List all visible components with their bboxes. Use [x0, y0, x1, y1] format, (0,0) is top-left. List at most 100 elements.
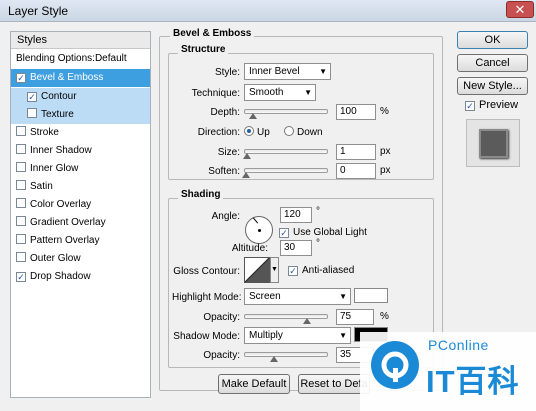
styles-header[interactable]: Styles [11, 32, 150, 49]
checkbox-pattern-overlay[interactable] [16, 234, 26, 244]
checkbox-contour[interactable]: ✓ [27, 92, 37, 102]
size-label: Size: [217, 147, 240, 158]
global-light-label: Use Global Light [293, 227, 367, 238]
gloss-contour-dropdown[interactable]: ▼ [270, 257, 279, 283]
style-item-label: Gradient Overlay [30, 217, 106, 228]
style-item-contour[interactable]: ✓ Contour [11, 88, 150, 106]
altitude-input[interactable]: 30 [280, 240, 312, 256]
soften-input[interactable]: 0 [336, 163, 376, 179]
cancel-button[interactable]: Cancel [457, 54, 528, 72]
direction-up-radio[interactable]: Up [244, 126, 270, 138]
style-item-label: Drop Shadow [30, 271, 91, 282]
checkbox-inner-shadow[interactable] [16, 144, 26, 154]
ok-button[interactable]: OK [457, 31, 528, 49]
size-slider[interactable] [243, 149, 328, 159]
style-item-stroke[interactable]: Stroke [11, 124, 150, 142]
global-light-check-icon[interactable]: ✓ [279, 228, 289, 238]
structure-title: Structure [178, 44, 229, 55]
style-item-inner-glow[interactable]: Inner Glow [11, 160, 150, 178]
depth-input[interactable]: 100 [336, 104, 376, 120]
dropdown-arrow-icon: ▼ [319, 67, 327, 76]
anti-aliased-checkbox[interactable]: ✓ Anti-aliased [288, 265, 354, 276]
shadow-opacity-label: Opacity: [203, 350, 240, 361]
size-slider-thumb[interactable] [243, 153, 251, 159]
angle-dial[interactable] [245, 216, 273, 244]
technique-dropdown[interactable]: Smooth ▼ [244, 84, 316, 101]
checkbox-texture[interactable] [27, 108, 37, 118]
style-item-inner-shadow[interactable]: Inner Shadow [11, 142, 150, 160]
checkbox-stroke[interactable] [16, 126, 26, 136]
highlight-opacity-label: Opacity: [203, 312, 240, 323]
title-bar: Layer Style ✕ [0, 0, 536, 22]
watermark: PConline IT百科 [360, 332, 536, 411]
style-item-outer-glow[interactable]: Outer Glow [11, 250, 150, 268]
size-input[interactable]: 1 [336, 144, 376, 160]
depth-slider-thumb[interactable] [249, 113, 257, 119]
style-item-label: Stroke [30, 127, 59, 138]
soften-unit: px [380, 165, 391, 176]
preview-check-icon[interactable]: ✓ [465, 101, 475, 111]
altitude-label: Altitude: [231, 243, 268, 254]
style-item-bevel-emboss[interactable]: ✓ Bevel & Emboss [11, 69, 150, 87]
make-default-button[interactable]: Make Default [218, 374, 290, 394]
shadow-mode-dropdown[interactable]: Multiply ▼ [244, 327, 351, 344]
dropdown-arrow-icon: ▼ [304, 88, 312, 97]
style-item-label: Inner Shadow [30, 145, 92, 156]
radio-down-icon[interactable] [284, 126, 294, 136]
pconline-logo-icon [371, 341, 419, 389]
style-item-label: Satin [30, 181, 53, 192]
new-style-button[interactable]: New Style... [457, 77, 528, 95]
direction-down-radio[interactable]: Down [284, 126, 323, 138]
contour-curve-icon [244, 257, 270, 283]
checkbox-color-overlay[interactable] [16, 198, 26, 208]
chevron-down-icon: ▼ [271, 266, 278, 273]
checkbox-inner-glow[interactable] [16, 162, 26, 172]
global-light-checkbox[interactable]: ✓ Use Global Light [279, 227, 367, 238]
technique-value: Smooth [249, 87, 284, 98]
anti-aliased-label: Anti-aliased [302, 265, 355, 276]
watermark-tagline: IT百科 [426, 364, 520, 399]
preview-swatch [479, 129, 508, 158]
style-item-texture[interactable]: Texture [11, 106, 150, 124]
close-button[interactable]: ✕ [506, 1, 534, 18]
checkbox-bevel-emboss[interactable]: ✓ [16, 73, 26, 83]
style-item-gradient-overlay[interactable]: Gradient Overlay [11, 214, 150, 232]
gloss-contour-swatch[interactable] [244, 257, 270, 283]
blending-options-item[interactable]: Blending Options:Default [11, 50, 150, 68]
highlight-opacity-input[interactable]: 75 [336, 309, 374, 325]
checkbox-outer-glow[interactable] [16, 252, 26, 262]
highlight-opacity-slider[interactable] [244, 314, 328, 324]
checkbox-gradient-overlay[interactable] [16, 216, 26, 226]
style-item-drop-shadow[interactable]: ✓ Drop Shadow [11, 268, 150, 286]
depth-slider[interactable] [244, 109, 328, 119]
highlight-color-swatch[interactable] [354, 288, 388, 303]
angle-dial-needle [252, 217, 259, 224]
checkbox-drop-shadow[interactable]: ✓ [16, 272, 26, 282]
soften-slider[interactable] [242, 168, 328, 178]
highlight-mode-dropdown[interactable]: Screen ▼ [244, 288, 351, 305]
shadow-mode-value: Multiply [249, 330, 283, 341]
style-item-pattern-overlay[interactable]: Pattern Overlay [11, 232, 150, 250]
angle-input[interactable]: 120 [280, 207, 312, 223]
style-item-label: Bevel & Emboss [30, 72, 104, 83]
styles-list: Styles Blending Options:Default ✓ Bevel &… [10, 31, 151, 398]
checkbox-satin[interactable] [16, 180, 26, 190]
style-dropdown[interactable]: Inner Bevel ▼ [244, 63, 331, 80]
style-item-label: Inner Glow [30, 163, 79, 174]
angle-unit: ° [316, 206, 320, 217]
shadow-opacity-thumb[interactable] [270, 356, 278, 362]
dropdown-arrow-icon: ▼ [339, 292, 347, 301]
technique-label: Technique: [191, 88, 240, 99]
direction-down-label: Down [297, 127, 323, 138]
bevel-emboss-title: Bevel & Emboss [170, 28, 255, 39]
radio-up-icon[interactable] [244, 126, 254, 136]
highlight-mode-label: Highlight Mode: [172, 292, 242, 303]
style-item-satin[interactable]: Satin [11, 178, 150, 196]
preview-checkbox[interactable]: ✓ Preview [465, 99, 518, 111]
soften-slider-thumb[interactable] [242, 172, 250, 178]
shadow-opacity-slider[interactable] [244, 352, 328, 362]
highlight-opacity-thumb[interactable] [303, 318, 311, 324]
style-item-color-overlay[interactable]: Color Overlay [11, 196, 150, 214]
highlight-opacity-unit: % [380, 311, 389, 322]
anti-aliased-check-icon[interactable]: ✓ [288, 266, 298, 276]
